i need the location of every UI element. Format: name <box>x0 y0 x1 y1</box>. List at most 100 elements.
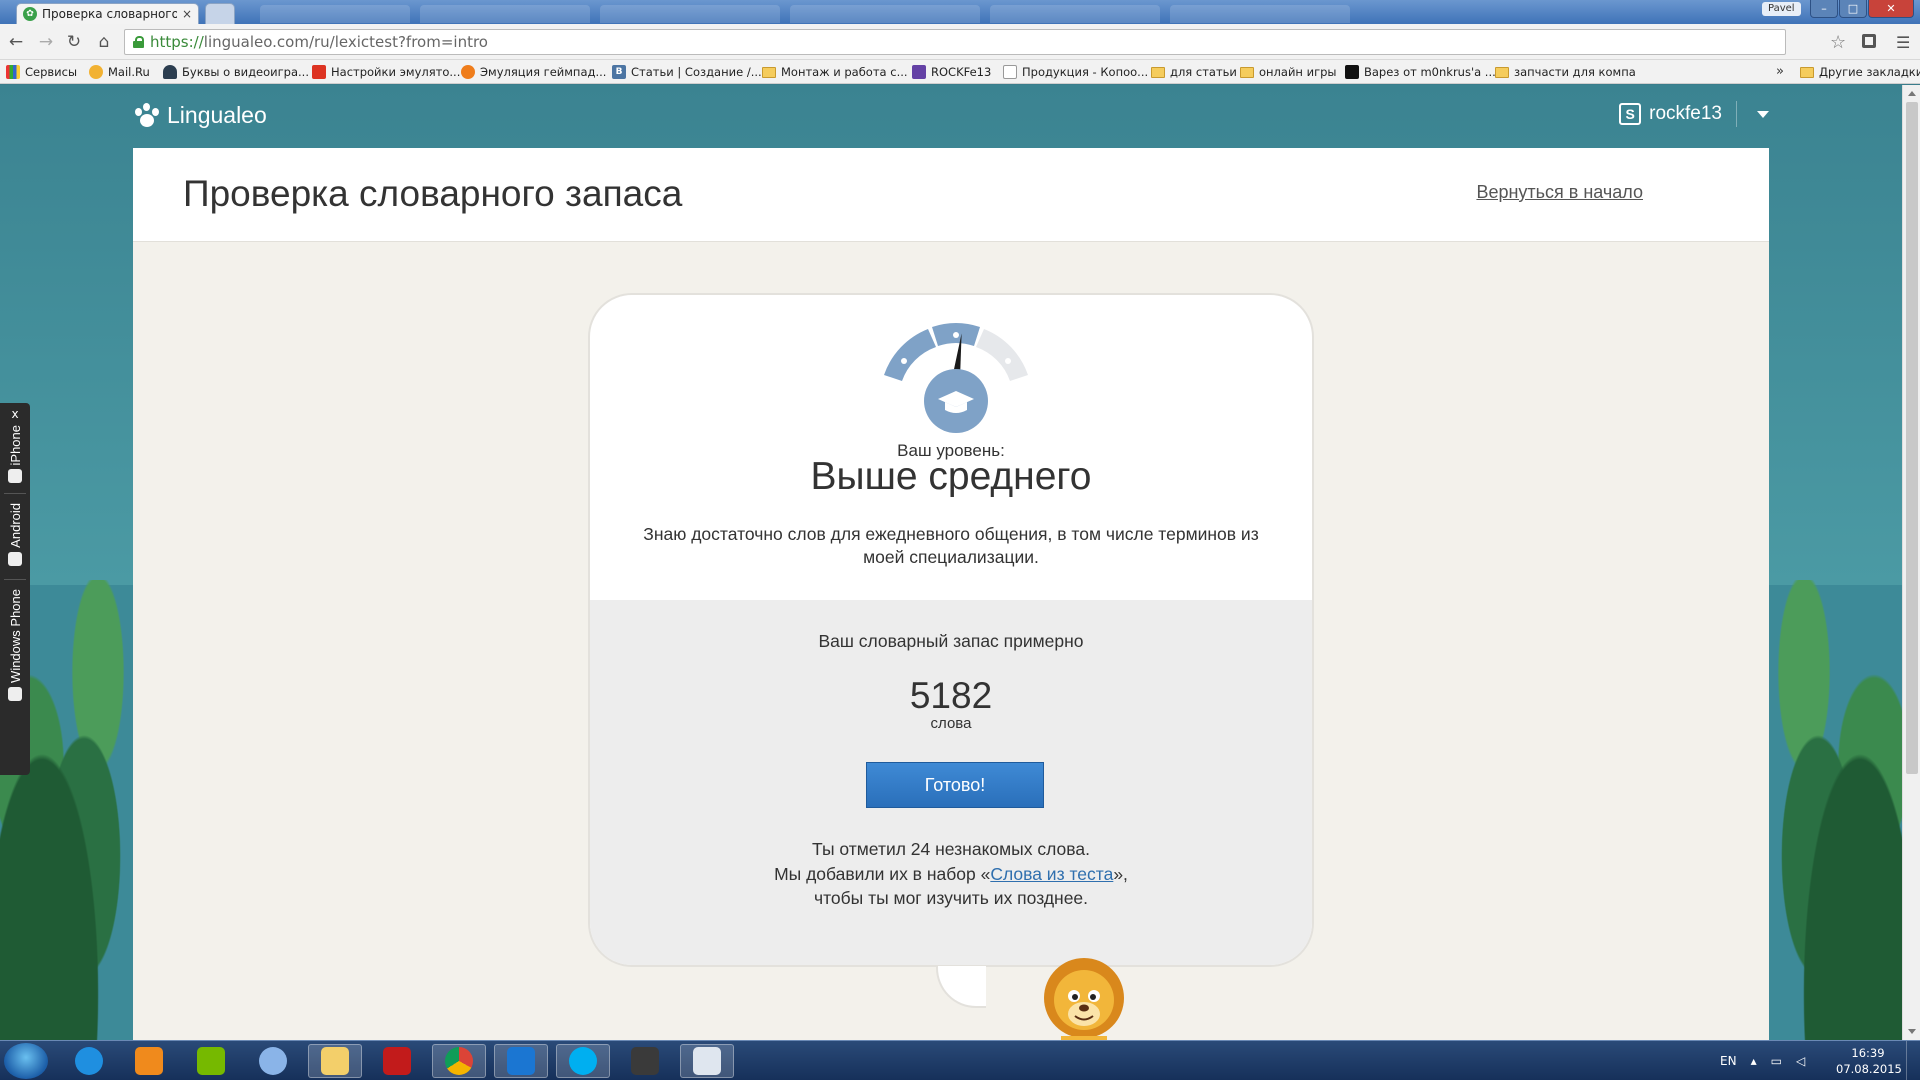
bookmark-item[interactable]: Монтаж и работа с... <box>762 64 908 80</box>
lion-mascot-icon <box>1044 958 1124 1040</box>
divider <box>4 493 26 494</box>
bookmark-item[interactable]: Эмуляция геймпад... <box>461 64 606 80</box>
taskbar-documents[interactable] <box>680 1044 734 1078</box>
taskbar-skype[interactable] <box>556 1044 610 1078</box>
document-icon <box>693 1047 721 1075</box>
orange-circle-icon <box>461 65 475 79</box>
site-header: Lingualeo S rockfe13 <box>133 85 1769 147</box>
new-tab-button[interactable] <box>205 3 235 24</box>
note-line-3: чтобы ты мог изучить их позднее. <box>813 888 1089 908</box>
scroll-up-icon[interactable] <box>1908 91 1916 96</box>
folder-icon <box>1800 66 1814 78</box>
tab-active[interactable]: ✿ Проверка словарного за × <box>16 3 199 24</box>
side-item-windows-phone[interactable]: Windows Phone <box>0 589 30 701</box>
taskbar-winamp[interactable] <box>618 1044 672 1078</box>
taskbar-media-player[interactable] <box>122 1044 176 1078</box>
lingualeo-logo[interactable]: Lingualeo <box>133 102 267 129</box>
test-words-link[interactable]: Слова из теста <box>990 864 1113 884</box>
bookmark-item[interactable]: Сервисы <box>6 64 77 80</box>
bookmark-item[interactable]: Буквы о видеоигра... <box>163 64 309 80</box>
side-item-iphone[interactable]: iPhone <box>0 425 30 484</box>
chevron-down-icon[interactable] <box>1757 110 1769 118</box>
background-tab[interactable] <box>420 5 590 23</box>
taskbar-nvidia[interactable] <box>184 1044 238 1078</box>
back-to-start-link[interactable]: Вернуться в начало <box>1476 182 1643 203</box>
bookmark-item[interactable]: B Статьи | Создание /... <box>612 64 762 80</box>
divider <box>1736 101 1737 127</box>
user-menu[interactable]: S rockfe13 <box>1619 101 1769 127</box>
bookmark-item[interactable]: Продукция - Копоо... <box>1003 64 1148 80</box>
network-icon[interactable]: ▭ <box>1771 1054 1782 1068</box>
bookmark-label: Монтаж и работа с... <box>781 65 908 79</box>
home-icon[interactable]: ⌂ <box>94 32 114 52</box>
background-tab[interactable] <box>600 5 780 23</box>
bookmark-item[interactable]: ROCKFe13 <box>912 64 991 80</box>
bookmark-star-icon[interactable]: ☆ <box>1830 32 1846 53</box>
folder-icon <box>1151 66 1165 78</box>
bookmark-label: Продукция - Копоо... <box>1022 65 1149 79</box>
language-indicator[interactable]: EN <box>1720 1054 1737 1068</box>
taskbar-explorer[interactable] <box>308 1044 362 1078</box>
url-scheme: https:// <box>150 33 204 51</box>
vocab-count: 5182 <box>909 675 993 716</box>
bookmark-item[interactable]: Настройки эмулято... <box>312 64 460 80</box>
taskbar-ie[interactable] <box>62 1044 116 1078</box>
taskbar-paint[interactable] <box>246 1044 300 1078</box>
system-tray: EN ▴ ▭ ◁ <box>1720 1041 1805 1080</box>
volume-icon[interactable]: ◁ <box>1796 1054 1805 1068</box>
extension-icon[interactable] <box>1862 34 1876 48</box>
chrome-menu-icon[interactable]: ☰ <box>1896 33 1910 52</box>
bookmark-label: для статьи <box>1170 65 1237 79</box>
bookmark-label: Другие закладки <box>1819 65 1920 79</box>
clock[interactable]: 16:39 07.08.2015 <box>1836 1045 1902 1077</box>
background-tab[interactable] <box>1170 5 1350 23</box>
window-minimize-button[interactable]: – <box>1810 0 1838 18</box>
address-bar[interactable]: https://lingualeo.com/ru/lexictest?from=… <box>124 29 1786 55</box>
url-path: lingualeo.com/ru/lexictest?from=intro <box>203 33 488 51</box>
bookmark-item[interactable]: Mail.Ru <box>89 64 150 80</box>
content-panel: Проверка словарного запаса Вернуться в н… <box>133 148 1769 1040</box>
side-panel-close-icon[interactable]: x <box>0 407 30 421</box>
mobile-apps-side-panel: x iPhone Android Windows Phone <box>0 403 30 775</box>
show-desktop-button[interactable] <box>1906 1041 1920 1080</box>
folder-icon <box>762 66 776 78</box>
other-bookmarks[interactable]: Другие закладки <box>1800 64 1920 80</box>
tab-title: Проверка словарного за <box>42 7 177 21</box>
start-button[interactable] <box>4 1043 48 1079</box>
background-tab[interactable] <box>990 5 1160 23</box>
scroll-down-icon[interactable] <box>1908 1029 1916 1034</box>
username: rockfe13 <box>1649 103 1722 124</box>
taskbar-chrome[interactable] <box>432 1044 486 1078</box>
bookmark-item[interactable]: онлайн игры <box>1240 64 1337 80</box>
tab-close-icon[interactable]: × <box>182 7 192 21</box>
android-icon <box>8 551 22 566</box>
page-scrollbar[interactable] <box>1902 85 1920 1040</box>
window-maximize-button[interactable]: □ <box>1839 0 1867 18</box>
reload-icon[interactable]: ↻ <box>64 32 84 52</box>
forward-arrow-icon[interactable]: → <box>36 32 56 52</box>
window-close-button[interactable]: ✕ <box>1868 0 1914 18</box>
bookmark-item[interactable]: Варез от m0nkrus'а ... <box>1345 64 1496 80</box>
bookmarks-overflow-button[interactable]: » <box>1776 64 1784 79</box>
level-value: Выше среднего <box>810 455 1092 498</box>
back-arrow-icon[interactable]: ← <box>6 32 26 52</box>
background-tab[interactable] <box>790 5 980 23</box>
page-title: Проверка словарного запаса <box>183 173 683 214</box>
background-tab[interactable] <box>260 5 410 23</box>
bookmark-item[interactable]: для статьи <box>1151 64 1237 80</box>
bookmarks-bar: Сервисы Mail.Ru Буквы о видеоигра... Нас… <box>0 60 1920 84</box>
tray-expand-icon[interactable]: ▴ <box>1751 1054 1757 1068</box>
lock-icon <box>133 36 144 48</box>
nvidia-icon <box>197 1047 225 1075</box>
bookmark-item[interactable]: запчасти для компа <box>1495 64 1636 80</box>
paw-icon <box>133 102 159 129</box>
browser-tab-strip: ✿ Проверка словарного за × Pavel – □ ✕ <box>0 0 1920 24</box>
window-user-badge[interactable]: Pavel <box>1762 2 1801 16</box>
scroll-thumb[interactable] <box>1906 102 1918 774</box>
side-item-android[interactable]: Android <box>0 503 30 566</box>
done-button[interactable]: Готово! <box>866 762 1044 808</box>
taskbar-app-red[interactable] <box>370 1044 424 1078</box>
folder-icon <box>321 1047 349 1075</box>
red-square-icon <box>312 65 326 79</box>
taskbar-teamviewer[interactable] <box>494 1044 548 1078</box>
